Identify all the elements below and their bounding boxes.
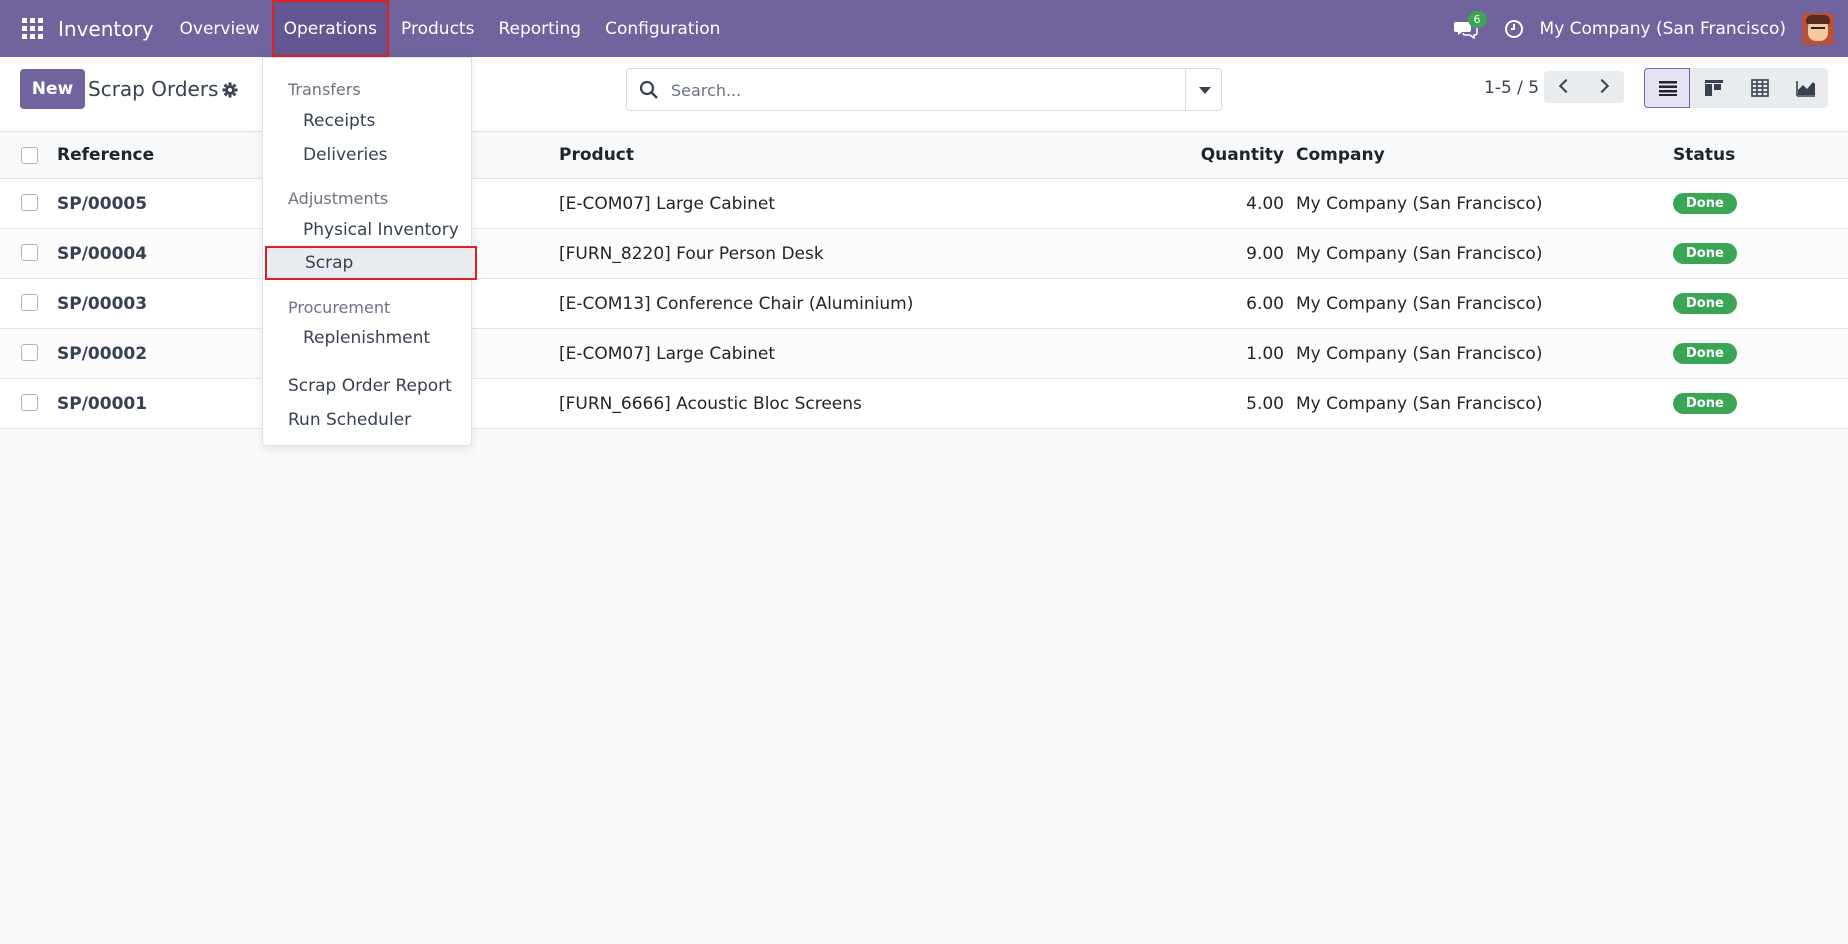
status-badge: Done [1673, 293, 1737, 314]
status-badge: Done [1673, 193, 1737, 214]
menu-products[interactable]: Products [389, 0, 486, 57]
menu-item-run-scheduler[interactable]: Run Scheduler [263, 403, 473, 437]
cell-quantity: 4.00 [1246, 193, 1284, 214]
column-header-product[interactable]: Product [559, 132, 634, 178]
kanban-view-button[interactable] [1690, 68, 1736, 108]
status-badge: Done [1673, 243, 1737, 264]
graph-view-icon [1796, 81, 1815, 97]
search-options-toggle[interactable] [1185, 69, 1221, 110]
page-title: Scrap Orders [88, 77, 219, 101]
cell-product: [FURN_6666] Acoustic Bloc Screens [559, 393, 862, 414]
chevron-left-icon [1558, 78, 1574, 94]
column-header-status[interactable]: Status [1673, 132, 1735, 178]
cell-reference: SP/00005 [57, 193, 148, 214]
new-button[interactable]: New [20, 69, 85, 109]
pager-next-button[interactable] [1584, 71, 1624, 103]
column-header-reference[interactable]: Reference [57, 132, 154, 178]
cell-product: [FURN_8220] Four Person Desk [559, 243, 824, 264]
cell-product: [E-COM07] Large Cabinet [559, 193, 776, 214]
view-switcher [1644, 68, 1828, 108]
cell-company: My Company (San Francisco) [1296, 393, 1543, 414]
menu-item-receipts[interactable]: Receipts [263, 104, 473, 138]
kanban-view-icon [1705, 80, 1723, 96]
column-header-quantity[interactable]: Quantity [1201, 132, 1284, 178]
cell-reference: SP/00002 [57, 343, 148, 364]
status-badge: Done [1673, 393, 1737, 414]
pivot-view-button[interactable] [1736, 68, 1782, 108]
gear-icon[interactable] [222, 82, 238, 98]
row-checkbox[interactable] [21, 244, 38, 261]
menu-item-deliveries[interactable]: Deliveries [263, 138, 473, 172]
menu-item-scrap[interactable]: Scrap [265, 246, 477, 280]
row-checkbox[interactable] [21, 194, 38, 211]
operations-dropdown-menu: Transfers Receipts Deliveries Adjustment… [262, 57, 477, 446]
search-icon [639, 80, 659, 100]
clock-icon[interactable] [1504, 19, 1524, 39]
search-input[interactable] [671, 77, 1161, 103]
chevron-right-icon [1594, 78, 1610, 94]
caret-down-icon [1199, 87, 1211, 94]
row-checkbox[interactable] [21, 344, 38, 361]
select-all-checkbox[interactable] [21, 147, 38, 164]
cell-reference: SP/00004 [57, 243, 148, 264]
menu-item-physical-inventory[interactable]: Physical Inventory [263, 213, 473, 247]
menu-item-replenishment[interactable]: Replenishment [263, 321, 473, 355]
menu-operations[interactable]: Operations [271, 0, 390, 57]
pager-previous-button[interactable] [1544, 71, 1584, 103]
section-transfers: Transfers [288, 80, 361, 99]
cell-company: My Company (San Francisco) [1296, 243, 1543, 264]
list-view-button[interactable] [1644, 68, 1690, 108]
row-checkbox[interactable] [21, 394, 38, 411]
chat-icon[interactable]: 6 [1453, 10, 1487, 40]
section-adjustments: Adjustments [288, 189, 389, 208]
top-navbar: Inventory Overview Operations Products R… [0, 0, 1848, 57]
company-switcher[interactable]: My Company (San Francisco) [1540, 19, 1786, 39]
avatar[interactable] [1802, 12, 1834, 45]
apps-grid-icon[interactable] [22, 17, 44, 40]
chat-count-badge: 6 [1467, 10, 1487, 28]
cell-quantity: 9.00 [1246, 243, 1284, 264]
section-procurement: Procurement [288, 298, 391, 317]
menu-item-scrap-order-report[interactable]: Scrap Order Report [263, 369, 473, 403]
cell-product: [E-COM13] Conference Chair (Aluminium) [559, 293, 914, 314]
app-name[interactable]: Inventory [58, 17, 154, 41]
search-bar [626, 68, 1222, 111]
cell-company: My Company (San Francisco) [1296, 293, 1543, 314]
row-checkbox[interactable] [21, 294, 38, 311]
menu-reporting[interactable]: Reporting [486, 0, 593, 57]
list-view-icon [1659, 81, 1677, 96]
cell-reference: SP/00001 [57, 393, 148, 414]
cell-reference: SP/00003 [57, 293, 148, 314]
status-badge: Done [1673, 343, 1737, 364]
pivot-view-icon [1751, 79, 1769, 97]
cell-company: My Company (San Francisco) [1296, 343, 1543, 364]
cell-company: My Company (San Francisco) [1296, 193, 1543, 214]
graph-view-button[interactable] [1782, 68, 1828, 108]
cell-quantity: 1.00 [1246, 343, 1284, 364]
menu-configuration[interactable]: Configuration [593, 0, 732, 57]
menu-overview[interactable]: Overview [168, 0, 272, 57]
column-header-company[interactable]: Company [1296, 132, 1385, 178]
cell-quantity: 6.00 [1246, 293, 1284, 314]
pager-value[interactable]: 1-5 / 5 [1484, 78, 1539, 98]
cell-quantity: 5.00 [1246, 393, 1284, 414]
cell-product: [E-COM07] Large Cabinet [559, 343, 776, 364]
